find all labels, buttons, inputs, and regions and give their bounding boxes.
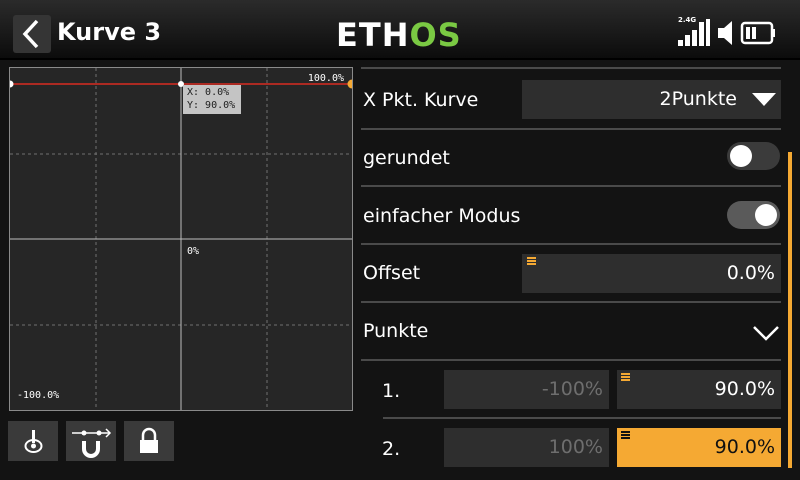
curve-point-1 [10, 80, 14, 88]
magnet-icon [72, 428, 112, 458]
point-2-index: 2. [382, 438, 401, 460]
point-2-y-value: 90.0% [714, 436, 775, 458]
point-1-y-value: 90.0% [714, 378, 775, 400]
divider [361, 301, 781, 303]
lock-button[interactable] [124, 421, 174, 461]
point-2-x-value: 100% [548, 436, 603, 458]
curve-graph[interactable]: 100.0% 0% -100.0% X: 0.0% Y: 90.0% [9, 67, 353, 411]
edit-marker-icon [527, 257, 536, 265]
x-points-dropdown[interactable]: 2Punkte [522, 80, 781, 119]
divider [361, 185, 781, 187]
points-label: Punkte [363, 320, 429, 342]
ethos-logo: ETHOS [336, 16, 462, 54]
point-1-y-field[interactable]: 90.0% [617, 370, 781, 409]
offset-field[interactable]: 0.0% [522, 254, 781, 293]
divider [361, 359, 781, 361]
joystick-icon [24, 430, 43, 453]
point-2-y-field[interactable]: 90.0% [617, 428, 781, 467]
offset-value: 0.0% [726, 262, 775, 284]
rf-label: 2.4G [678, 16, 697, 24]
point-1-index: 1. [382, 380, 401, 402]
curve-tooltip: X: 0.0% Y: 90.0% [183, 85, 241, 114]
stick-select-button[interactable] [8, 421, 58, 461]
chevron-left-icon [22, 19, 39, 49]
point-2-x-field: 100% [444, 428, 609, 467]
point-1-x-field: -100% [444, 370, 609, 409]
curve-point-2 [347, 79, 352, 89]
chevron-down-icon[interactable] [752, 325, 780, 341]
offset-label: Offset [363, 262, 421, 284]
toggle-knob [755, 204, 777, 226]
divider [361, 243, 781, 245]
edit-marker-icon [621, 431, 630, 439]
graph-label-min: -100.0% [17, 390, 60, 401]
curve-grid [10, 68, 352, 410]
toggle-knob [730, 145, 752, 167]
page-title: Kurve 3 [57, 18, 162, 46]
status-area: 2.4G [676, 16, 788, 48]
top-bar: Kurve 3 ETHOS 2.4G [0, 0, 800, 60]
graph-label-zero: 0% [187, 246, 200, 257]
magnet-snap-button[interactable] [66, 421, 116, 461]
tooltip-x: X: 0.0% [187, 87, 230, 98]
tooltip-y: Y: 90.0% [187, 100, 236, 111]
lock-icon [140, 427, 158, 453]
divider [383, 417, 781, 419]
rounded-toggle[interactable] [727, 142, 780, 170]
dropdown-arrow-icon [752, 93, 776, 106]
back-button[interactable] [13, 15, 51, 53]
edit-marker-icon [621, 373, 630, 381]
graph-label-max: 100.0% [307, 73, 344, 84]
divider [361, 67, 781, 69]
rounded-label: gerundet [363, 147, 450, 169]
point-1-x-value: -100% [541, 378, 603, 400]
scrollbar[interactable] [788, 152, 792, 468]
x-points-value: 2Punkte [659, 88, 737, 110]
simple-mode-toggle[interactable] [727, 201, 780, 229]
battery-icon [740, 21, 775, 45]
speaker-icon [718, 21, 732, 45]
divider [361, 128, 781, 130]
simple-mode-label: einfacher Modus [363, 205, 521, 227]
x-points-label: X Pkt. Kurve [363, 89, 479, 111]
